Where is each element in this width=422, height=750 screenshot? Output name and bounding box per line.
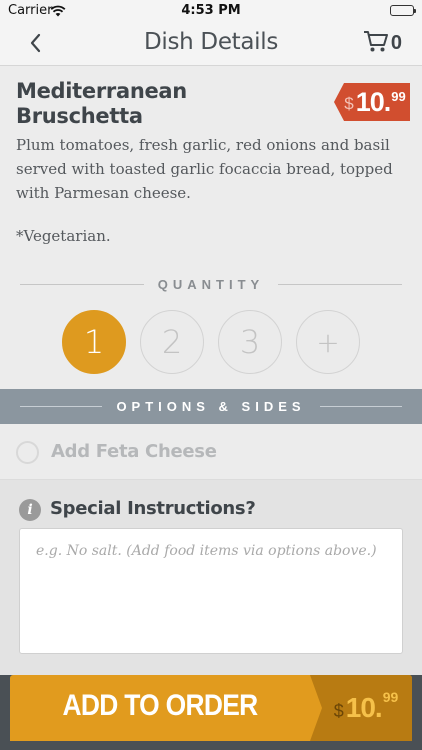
- nav-bar: Dish Details 0: [0, 22, 422, 66]
- price-currency: $: [344, 94, 354, 113]
- dish-name-line1: Mediterranean: [16, 79, 187, 103]
- quantity-heading: QUANTITY: [20, 277, 403, 292]
- order-price-cents: 99: [382, 689, 399, 705]
- info-icon: i: [19, 499, 41, 521]
- option-radio[interactable]: [16, 441, 39, 464]
- quantity-label: QUANTITY: [157, 277, 265, 292]
- cart-count: 0: [390, 32, 402, 54]
- order-price-currency: $: [333, 700, 344, 721]
- status-bar: Carrier 4:53 PM: [0, 0, 422, 22]
- divider: [20, 284, 144, 285]
- dish-details-section: Mediterranean Bruschetta $ 10. 99 Plum t…: [0, 67, 422, 389]
- quantity-selector: 1 2 3 +: [62, 310, 360, 374]
- cart-button[interactable]: 0: [363, 29, 402, 58]
- quantity-option-2[interactable]: 2: [140, 310, 204, 374]
- dish-name-line2: Bruschetta: [16, 104, 143, 128]
- divider: [278, 284, 403, 285]
- special-instructions-heading: Special Instructions?: [50, 498, 256, 519]
- page-title: Dish Details: [143, 29, 279, 55]
- quantity-more-button[interactable]: +: [296, 310, 360, 374]
- add-to-order-button[interactable]: ADD TO ORDER $ 10. 99: [10, 675, 412, 741]
- add-to-order-price: $ 10. 99: [310, 675, 412, 741]
- price-tag: $ 10. 99: [334, 83, 410, 121]
- option-label: Add Feta Cheese: [51, 441, 217, 462]
- options-sides-label: OPTIONS & SIDES: [116, 399, 306, 414]
- option-row-add-feta-cheese[interactable]: Add Feta Cheese: [0, 424, 422, 480]
- battery-icon: [390, 5, 416, 16]
- dish-description: Plum tomatoes, fresh garlic, red onions …: [16, 136, 393, 202]
- dish-note: *Vegetarian.: [16, 227, 111, 245]
- price-cents: 99: [391, 89, 406, 104]
- dish-name: Mediterranean Bruschetta: [16, 79, 256, 129]
- options-sides-header: OPTIONS & SIDES: [0, 389, 422, 424]
- add-to-order-label: ADD TO ORDER: [62, 689, 259, 722]
- status-time: 4:53 PM: [181, 3, 241, 18]
- quantity-option-1[interactable]: 1: [62, 310, 126, 374]
- order-price-main: 10.: [345, 692, 383, 723]
- divider: [20, 406, 103, 407]
- special-instructions-input[interactable]: [19, 528, 403, 654]
- divider: [319, 406, 403, 407]
- special-instructions-section: i Special Instructions?: [0, 480, 422, 675]
- price-main: 10.: [355, 86, 392, 117]
- quantity-option-3[interactable]: 3: [218, 310, 282, 374]
- cart-icon: [363, 29, 389, 58]
